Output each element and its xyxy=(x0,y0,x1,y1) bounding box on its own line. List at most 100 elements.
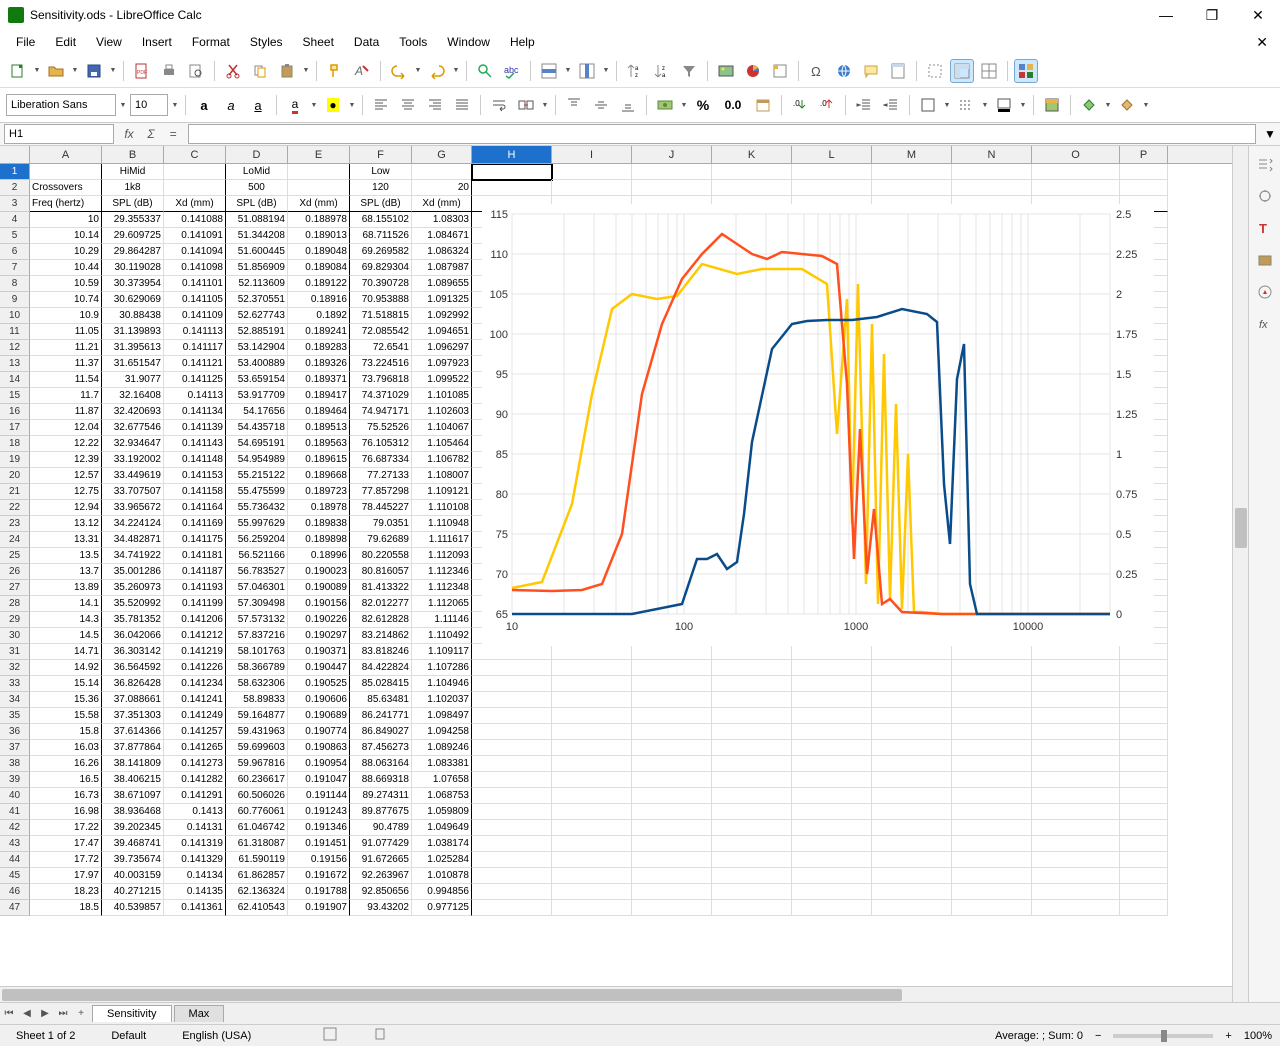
cell[interactable]: 60.776061 xyxy=(226,804,288,820)
align-center-icon[interactable] xyxy=(396,93,420,117)
cell[interactable] xyxy=(792,788,872,804)
cell[interactable]: 0.191047 xyxy=(288,772,350,788)
cell[interactable]: 10.74 xyxy=(30,292,102,308)
cell[interactable] xyxy=(632,724,712,740)
cell[interactable] xyxy=(712,740,792,756)
column-header-M[interactable]: M xyxy=(872,146,952,163)
cell[interactable]: 1.101085 xyxy=(412,388,472,404)
font-name-input[interactable] xyxy=(6,94,116,116)
cell[interactable]: 86.241771 xyxy=(350,708,412,724)
cell[interactable]: 51.600445 xyxy=(226,244,288,260)
cell[interactable] xyxy=(552,660,632,676)
cell[interactable] xyxy=(552,804,632,820)
insert-chart-icon[interactable] xyxy=(741,59,765,83)
cell[interactable]: 0.977125 xyxy=(412,900,472,916)
pivot-table-icon[interactable] xyxy=(768,59,792,83)
functions-icon[interactable]: fx xyxy=(1253,312,1277,336)
row-header[interactable]: 44 xyxy=(0,852,30,868)
cell[interactable]: Xd (mm) xyxy=(288,196,350,212)
row-header[interactable]: 3 xyxy=(0,196,30,212)
cell[interactable]: 31.651547 xyxy=(102,356,164,372)
row-header[interactable]: 22 xyxy=(0,500,30,516)
conditional2-dropdown[interactable]: ▼ xyxy=(1142,102,1150,109)
undo-dropdown[interactable]: ▼ xyxy=(414,67,422,74)
cell[interactable]: 34.482871 xyxy=(102,532,164,548)
add-decimal-icon[interactable]: .0 xyxy=(788,93,812,117)
cell[interactable]: 0.189464 xyxy=(288,404,350,420)
cell[interactable]: 51.856909 xyxy=(226,260,288,276)
cell[interactable] xyxy=(472,756,552,772)
currency-icon[interactable] xyxy=(653,93,677,117)
row-header[interactable]: 9 xyxy=(0,292,30,308)
cell[interactable]: 0.1892 xyxy=(288,308,350,324)
cell[interactable]: 0.18916 xyxy=(288,292,350,308)
cell[interactable] xyxy=(952,660,1032,676)
cell[interactable]: 0.189723 xyxy=(288,484,350,500)
cell[interactable]: 69.269582 xyxy=(350,244,412,260)
cell[interactable]: 29.864287 xyxy=(102,244,164,260)
cell[interactable] xyxy=(712,708,792,724)
cell[interactable]: 0.141139 xyxy=(164,420,226,436)
cell[interactable] xyxy=(952,724,1032,740)
cell[interactable]: 35.001286 xyxy=(102,564,164,580)
cell[interactable] xyxy=(1032,692,1120,708)
cell[interactable]: 33.449619 xyxy=(102,468,164,484)
cell[interactable]: 1k8 xyxy=(102,180,164,196)
cell[interactable]: 12.39 xyxy=(30,452,102,468)
cell[interactable]: 75.52526 xyxy=(350,420,412,436)
conditional-dropdown[interactable]: ▼ xyxy=(1104,102,1112,109)
cell[interactable]: 10.29 xyxy=(30,244,102,260)
formula-input[interactable] xyxy=(188,124,1256,144)
status-signature[interactable] xyxy=(365,1027,395,1044)
cell[interactable]: 1.107286 xyxy=(412,660,472,676)
cell[interactable] xyxy=(1032,644,1120,660)
maximize-button[interactable]: ❐ xyxy=(1198,7,1226,24)
close-button[interactable]: ✕ xyxy=(1244,7,1272,24)
cell[interactable]: 0.190774 xyxy=(288,724,350,740)
cell[interactable]: 0.189898 xyxy=(288,532,350,548)
cell[interactable]: 16.73 xyxy=(30,788,102,804)
cell[interactable]: Xd (mm) xyxy=(412,196,472,212)
cell[interactable]: 0.191144 xyxy=(288,788,350,804)
cell[interactable]: 36.564592 xyxy=(102,660,164,676)
cell[interactable] xyxy=(712,820,792,836)
cell[interactable]: 0.190447 xyxy=(288,660,350,676)
cell[interactable] xyxy=(632,788,712,804)
cell[interactable]: 0.141257 xyxy=(164,724,226,740)
cell[interactable]: 77.857298 xyxy=(350,484,412,500)
cell[interactable] xyxy=(792,772,872,788)
row-header[interactable]: 27 xyxy=(0,580,30,596)
cell[interactable] xyxy=(872,836,952,852)
cell[interactable]: 0.141134 xyxy=(164,404,226,420)
cell[interactable] xyxy=(1032,900,1120,916)
cell[interactable]: 0.190089 xyxy=(288,580,350,596)
cell[interactable]: 68.155102 xyxy=(350,212,412,228)
cell[interactable]: 0.141291 xyxy=(164,788,226,804)
cell[interactable]: 89.274311 xyxy=(350,788,412,804)
cell[interactable] xyxy=(632,164,712,180)
cell[interactable] xyxy=(632,180,712,196)
cell[interactable]: 56.783527 xyxy=(226,564,288,580)
row-header[interactable]: 36 xyxy=(0,724,30,740)
cell[interactable]: 0.189838 xyxy=(288,516,350,532)
cell[interactable] xyxy=(632,852,712,868)
show-draw-functions-icon[interactable] xyxy=(1014,59,1038,83)
cell[interactable]: 0.189048 xyxy=(288,244,350,260)
cell[interactable]: 35.781352 xyxy=(102,612,164,628)
row-header[interactable]: 13 xyxy=(0,356,30,372)
cell[interactable]: 1.092992 xyxy=(412,308,472,324)
column-header-K[interactable]: K xyxy=(712,146,792,163)
cell[interactable]: 0.189371 xyxy=(288,372,350,388)
cell[interactable]: 33.707507 xyxy=(102,484,164,500)
cell[interactable]: 32.934647 xyxy=(102,436,164,452)
cell[interactable]: 0.994856 xyxy=(412,884,472,900)
cell[interactable] xyxy=(712,852,792,868)
horizontal-scrollbar[interactable] xyxy=(0,986,1232,1002)
cell[interactable]: 1.025284 xyxy=(412,852,472,868)
cell[interactable] xyxy=(552,644,632,660)
row-header[interactable]: 40 xyxy=(0,788,30,804)
cell[interactable]: 0.141361 xyxy=(164,900,226,916)
border-color-dropdown[interactable]: ▼ xyxy=(1019,102,1027,109)
save-icon[interactable] xyxy=(82,59,106,83)
cell[interactable]: 0.190156 xyxy=(288,596,350,612)
